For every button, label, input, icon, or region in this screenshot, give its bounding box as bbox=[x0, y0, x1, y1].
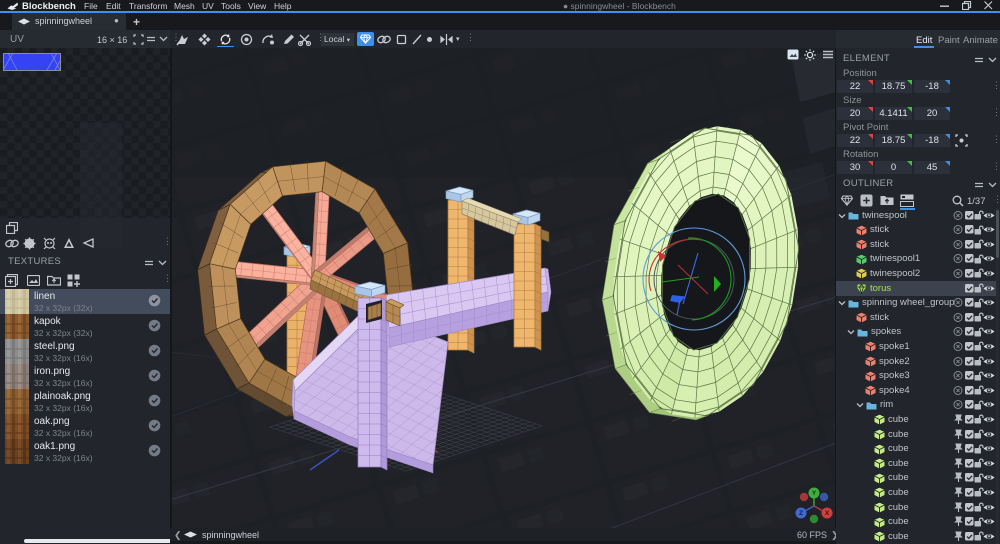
svg-text:Z: Z bbox=[799, 510, 803, 517]
svg-text:Y: Y bbox=[812, 490, 817, 497]
svg-text:X: X bbox=[825, 510, 830, 517]
